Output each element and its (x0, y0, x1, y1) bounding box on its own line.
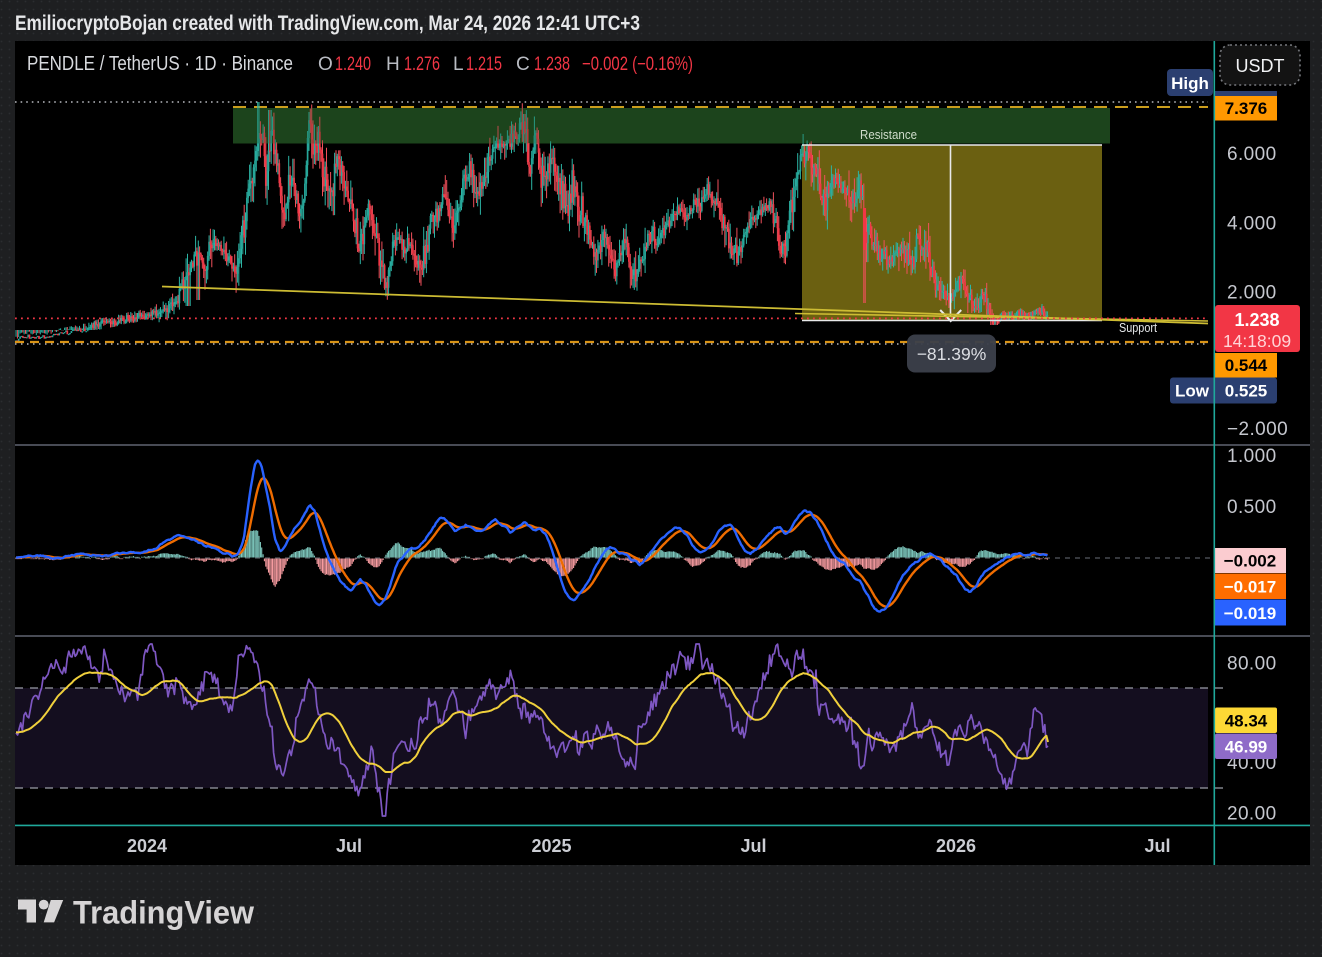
svg-text:7.376: 7.376 (1225, 99, 1268, 118)
svg-text:2026: 2026 (936, 836, 976, 856)
svg-text:0.544: 0.544 (1225, 356, 1268, 375)
svg-text:High: High (1171, 74, 1209, 93)
svg-text:1.238: 1.238 (534, 54, 570, 75)
svg-text:Jul: Jul (740, 836, 766, 856)
svg-text:TradingView: TradingView (73, 895, 254, 931)
svg-text:1.238: 1.238 (1234, 310, 1279, 330)
svg-text:Jul: Jul (1144, 836, 1170, 856)
svg-text:−0.002 (−0.16%): −0.002 (−0.16%) (582, 54, 693, 75)
svg-text:2.000: 2.000 (1227, 283, 1277, 304)
svg-text:Resistance: Resistance (860, 128, 917, 142)
svg-text:PENDLE / TetherUS · 1D · Binan: PENDLE / TetherUS · 1D · Binance (27, 53, 293, 75)
svg-text:−81.39%: −81.39% (917, 344, 987, 364)
svg-text:Support: Support (1119, 321, 1157, 335)
svg-text:−2.000: −2.000 (1227, 419, 1288, 440)
svg-text:1.000: 1.000 (1227, 446, 1277, 467)
svg-text:−0.002: −0.002 (1224, 552, 1276, 571)
svg-text:Low: Low (1175, 382, 1210, 401)
svg-text:Jul: Jul (336, 836, 362, 856)
svg-text:−0.019: −0.019 (1224, 604, 1276, 623)
svg-text:14:18:09: 14:18:09 (1223, 331, 1291, 351)
svg-text:48.34: 48.34 (1225, 712, 1268, 731)
svg-text:USDT: USDT (1236, 56, 1285, 76)
svg-text:2024: 2024 (127, 836, 167, 856)
svg-text:L: L (453, 54, 464, 75)
svg-text:−0.017: −0.017 (1224, 578, 1276, 597)
svg-text:1.276: 1.276 (404, 54, 440, 75)
svg-text:C: C (516, 54, 530, 75)
svg-text:0.500: 0.500 (1227, 497, 1277, 518)
svg-text:2025: 2025 (531, 836, 571, 856)
svg-text:20.00: 20.00 (1227, 804, 1277, 825)
svg-text:46.99: 46.99 (1225, 738, 1268, 757)
svg-text:4.000: 4.000 (1227, 214, 1277, 235)
svg-text:1.215: 1.215 (466, 54, 502, 75)
svg-text:0.525: 0.525 (1225, 382, 1268, 401)
svg-text:1.240: 1.240 (335, 54, 371, 75)
svg-text:O: O (318, 54, 333, 75)
svg-text:EmiliocryptoBojan created with: EmiliocryptoBojan created with TradingVi… (15, 12, 640, 35)
svg-text:80.00: 80.00 (1227, 654, 1277, 675)
svg-text:6.000: 6.000 (1227, 144, 1277, 165)
svg-text:H: H (386, 54, 400, 75)
